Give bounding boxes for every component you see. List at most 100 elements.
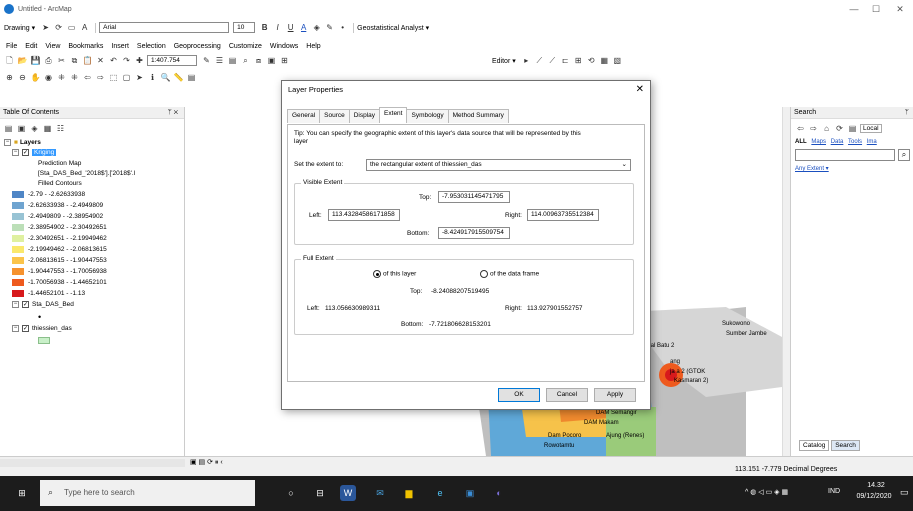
search-options-icon[interactable]: ▤: [847, 123, 858, 134]
refresh-icon[interactable]: ⟳: [834, 123, 845, 134]
italic-button[interactable]: I: [272, 22, 283, 33]
of-this-layer-option[interactable]: of this layer: [373, 270, 416, 278]
catalog-tab[interactable]: Catalog: [799, 440, 830, 451]
menu-file[interactable]: File: [6, 43, 17, 50]
fill-color-icon[interactable]: ◈: [311, 22, 322, 33]
pin-icon[interactable]: ᛘ: [905, 107, 909, 119]
copy-icon[interactable]: ⧉: [69, 55, 80, 66]
menu-view[interactable]: View: [45, 43, 60, 50]
filter-data[interactable]: Data: [831, 139, 844, 145]
search-window-icon[interactable]: ⌕: [240, 55, 251, 66]
menu-edit[interactable]: Edit: [25, 43, 37, 50]
list-by-selection-icon[interactable]: ▦: [42, 123, 53, 134]
menu-selection[interactable]: Selection: [137, 43, 166, 50]
notification-icon[interactable]: ▭: [900, 487, 909, 498]
bold-button[interactable]: B: [259, 22, 270, 33]
font-size-select[interactable]: 10: [233, 22, 256, 33]
font-name-select[interactable]: Arial: [99, 22, 230, 33]
menu-customize[interactable]: Customize: [229, 43, 262, 50]
file-explorer-icon[interactable]: ▆: [401, 485, 417, 501]
forward-extent-icon[interactable]: ⇨: [95, 72, 106, 83]
cut-icon[interactable]: ✂: [56, 55, 67, 66]
attributes-icon[interactable]: ▦: [599, 55, 610, 66]
forward-icon[interactable]: ⇨: [808, 123, 819, 134]
save-icon[interactable]: 💾: [30, 55, 41, 66]
sta-das-bed-layer[interactable]: − ✓ Sta_DAS_Bed: [12, 301, 74, 308]
visible-bottom-input[interactable]: -8.424917915509754: [438, 227, 510, 239]
filter-all[interactable]: ALL: [795, 139, 807, 145]
store-icon[interactable]: ▣: [462, 485, 478, 501]
identify-icon[interactable]: ℹ: [147, 72, 158, 83]
map-vertical-scrollbar[interactable]: [782, 107, 790, 456]
toc-horizontal-scrollbar[interactable]: [0, 459, 185, 467]
mail-icon[interactable]: ✉: [372, 485, 388, 501]
back-extent-icon[interactable]: ⇦: [82, 72, 93, 83]
list-by-visibility-icon[interactable]: ◈: [29, 123, 40, 134]
new-icon[interactable]: 🗋: [4, 55, 15, 66]
drawing-menu[interactable]: Drawing ▾: [4, 24, 35, 32]
tab-method-summary[interactable]: Method Summary: [447, 109, 509, 123]
find-icon[interactable]: 🔍: [160, 72, 171, 83]
zoom-in-icon[interactable]: ⊕: [4, 72, 15, 83]
any-extent-dropdown[interactable]: Any Extent ▾: [795, 165, 829, 172]
python-icon[interactable]: ▣: [266, 55, 277, 66]
split-icon[interactable]: ⊞: [573, 55, 584, 66]
search-input[interactable]: [795, 149, 895, 161]
tab-source[interactable]: Source: [319, 109, 350, 123]
of-data-frame-option[interactable]: of the data frame: [480, 270, 539, 278]
layer-visibility-checkbox[interactable]: ✓: [22, 149, 29, 156]
apply-button[interactable]: Apply: [594, 388, 636, 402]
cortana-icon[interactable]: ○: [283, 485, 299, 501]
word-icon[interactable]: W: [340, 485, 356, 501]
print-icon[interactable]: ⎙: [43, 55, 54, 66]
menu-help[interactable]: Help: [306, 43, 320, 50]
list-by-source-icon[interactable]: ▣: [16, 123, 27, 134]
search-icon[interactable]: ⌕: [898, 149, 910, 161]
clock-time[interactable]: 14.32: [858, 482, 894, 489]
clock-date[interactable]: 09/12/2020: [852, 493, 896, 500]
menu-windows[interactable]: Windows: [270, 43, 298, 50]
line-color-icon[interactable]: ✎: [324, 22, 335, 33]
paste-icon[interactable]: 📋: [82, 55, 93, 66]
rotate-edit-icon[interactable]: ⟲: [586, 55, 597, 66]
select-elements-icon[interactable]: ➤: [134, 72, 145, 83]
taskbar-search-input[interactable]: Type here to search: [40, 480, 255, 506]
straight-segment-icon[interactable]: ⟋: [547, 55, 558, 66]
radio-unselected[interactable]: [480, 270, 488, 278]
fixed-zoom-out-icon[interactable]: ⁜: [69, 72, 80, 83]
pan-icon[interactable]: ✋: [30, 72, 41, 83]
thiessien-das-layer[interactable]: − ✓ thiessien_das: [12, 325, 72, 332]
local-search-button[interactable]: Local: [860, 124, 882, 133]
kriging-layer[interactable]: − ✓ Kriging: [12, 149, 57, 156]
thiessien-das-label[interactable]: thiessien_das: [32, 325, 72, 332]
edit-tool-icon[interactable]: ▸: [521, 55, 532, 66]
select-elements-icon[interactable]: ➤: [40, 22, 51, 33]
visible-right-input[interactable]: 114.00963735512384: [527, 209, 599, 221]
editor-menu[interactable]: Editor ▾: [492, 57, 516, 65]
kriging-label[interactable]: Kriging: [32, 149, 57, 156]
language-indicator[interactable]: IND: [828, 488, 840, 495]
layer-visibility-checkbox[interactable]: ✓: [22, 301, 29, 308]
layer-visibility-checkbox[interactable]: ✓: [22, 325, 29, 332]
task-view-icon[interactable]: ⊟: [312, 485, 328, 501]
rectangle-icon[interactable]: ▭: [66, 22, 77, 33]
delete-icon[interactable]: ✕: [95, 55, 106, 66]
modelbuilder-icon[interactable]: ⊞: [279, 55, 290, 66]
ok-button[interactable]: OK: [498, 388, 540, 402]
filter-tools[interactable]: Tools: [848, 139, 862, 145]
collapse-icon[interactable]: −: [12, 325, 19, 332]
undo-icon[interactable]: ↶: [108, 55, 119, 66]
tab-display[interactable]: Display: [348, 109, 381, 123]
open-icon[interactable]: 📂: [17, 55, 28, 66]
toc-options-icon[interactable]: ☷: [55, 123, 66, 134]
underline-button[interactable]: U: [285, 22, 296, 33]
visible-top-input[interactable]: -7.953031145471795: [438, 191, 510, 203]
filter-images[interactable]: Ima: [867, 139, 877, 145]
trace-icon[interactable]: ⊏: [560, 55, 571, 66]
menu-bookmarks[interactable]: Bookmarks: [68, 43, 103, 50]
windows-start-icon[interactable]: ⊞: [14, 485, 30, 501]
geostatistical-analyst-menu[interactable]: Geostatistical Analyst ▾: [357, 24, 429, 32]
maximize-button[interactable]: ☐: [865, 0, 887, 18]
menu-geoprocessing[interactable]: Geoprocessing: [174, 43, 221, 50]
select-features-icon[interactable]: ⬚: [108, 72, 119, 83]
